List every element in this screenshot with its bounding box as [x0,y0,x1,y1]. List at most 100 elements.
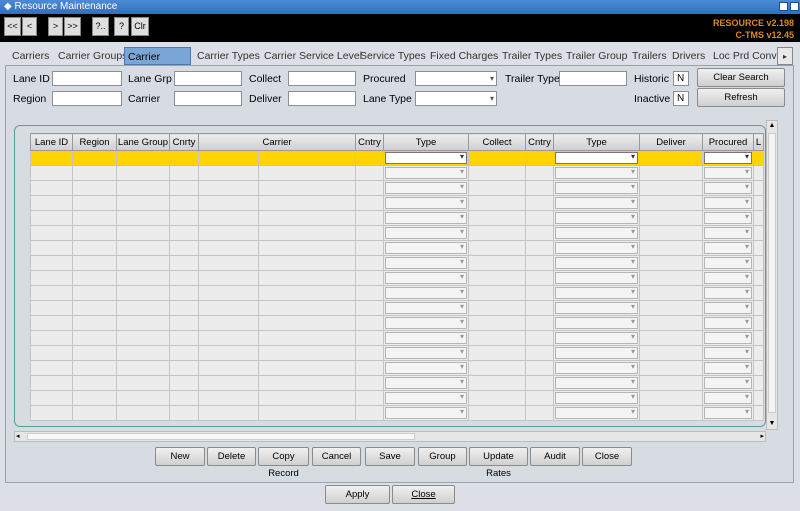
table-cell[interactable] [30,270,73,286]
table-cell[interactable] [525,255,554,271]
tab-drivers[interactable]: Drivers [672,47,705,65]
table-cell[interactable] [30,360,73,376]
table-cell[interactable]: ▾ [702,405,754,421]
carrier-input[interactable] [174,91,242,106]
table-cell[interactable]: ▾ [553,315,640,331]
table-cell[interactable]: ▾ [383,210,469,226]
table-cell[interactable] [258,270,356,286]
table-cell[interactable] [198,405,259,421]
table-cell[interactable] [753,150,764,166]
table-cell[interactable] [72,240,117,256]
horizontal-scroll-thumb[interactable] [27,433,415,440]
cell-dropdown[interactable]: ▾ [555,407,638,419]
procured-select[interactable]: ▾ [415,71,497,86]
table-cell[interactable] [355,225,384,241]
table-cell[interactable] [525,225,554,241]
cell-dropdown[interactable]: ▾ [704,242,752,254]
table-cell[interactable] [355,330,384,346]
table-cell[interactable] [72,180,117,196]
table-cell[interactable] [30,255,73,271]
table-cell[interactable] [639,345,703,361]
lane-grp-input[interactable] [174,71,242,86]
tab-trailer-types[interactable]: Trailer Types [502,47,562,65]
table-cell[interactable] [72,375,117,391]
table-cell[interactable] [116,165,170,181]
table-cell[interactable] [169,165,199,181]
cell-dropdown[interactable]: ▾ [555,317,638,329]
table-cell[interactable]: ▾ [702,375,754,391]
table-row[interactable]: ▾ ▾ ▾ [30,390,764,406]
table-cell[interactable] [116,390,170,406]
cell-dropdown[interactable]: ▾ [555,182,638,194]
table-cell[interactable]: ▾ [553,210,640,226]
table-cell[interactable] [116,405,170,421]
table-cell[interactable]: ▾ [553,405,640,421]
table-row[interactable]: ▾ ▾ ▾ [30,300,764,316]
audit-button[interactable]: Audit [530,447,580,466]
table-row[interactable]: ▾ ▾ ▾ [30,225,764,241]
cell-dropdown[interactable]: ▾ [385,197,467,209]
table-cell[interactable]: ▾ [553,180,640,196]
table-cell[interactable] [258,210,356,226]
table-cell[interactable] [525,300,554,316]
table-cell[interactable] [30,240,73,256]
table-cell[interactable] [639,330,703,346]
table-cell[interactable] [169,255,199,271]
table-cell[interactable] [72,330,117,346]
table-cell[interactable] [198,285,259,301]
next-record-button[interactable]: > [48,17,63,36]
table-cell[interactable] [169,210,199,226]
table-cell[interactable]: ▾ [702,150,754,166]
table-cell[interactable] [258,180,356,196]
table-cell[interactable] [198,225,259,241]
col-collect-type[interactable]: Type [383,133,469,151]
clear-button[interactable]: Clr [131,17,149,36]
table-row[interactable]: ▾ ▾ ▾ [30,150,764,166]
table-cell[interactable] [355,195,384,211]
table-cell[interactable] [753,285,764,301]
table-row[interactable]: ▾ ▾ ▾ [30,285,764,301]
cell-dropdown[interactable]: ▾ [704,167,752,179]
table-cell[interactable] [639,315,703,331]
cell-dropdown[interactable]: ▾ [704,257,752,269]
table-cell[interactable] [258,330,356,346]
table-cell[interactable] [753,390,764,406]
table-cell[interactable] [30,345,73,361]
table-cell[interactable] [169,225,199,241]
trailer-type-input[interactable] [559,71,627,86]
table-cell[interactable] [258,240,356,256]
table-cell[interactable] [258,390,356,406]
table-cell[interactable] [355,300,384,316]
cell-dropdown[interactable]: ▾ [555,242,638,254]
cell-dropdown[interactable]: ▾ [385,182,467,194]
table-cell[interactable] [525,210,554,226]
cell-dropdown[interactable]: ▾ [555,152,638,164]
table-cell[interactable] [525,375,554,391]
tab-carrier-types[interactable]: Carrier Types [197,47,260,65]
table-cell[interactable]: ▾ [553,195,640,211]
table-cell[interactable] [258,345,356,361]
table-cell[interactable]: ▾ [702,390,754,406]
col-lane-id[interactable]: Lane ID [30,133,73,151]
table-cell[interactable] [753,405,764,421]
table-cell[interactable]: ▾ [702,240,754,256]
refresh-button[interactable]: Refresh [697,88,785,107]
table-row[interactable]: ▾ ▾ ▾ [30,345,764,361]
table-row[interactable]: ▾ ▾ ▾ [30,360,764,376]
update-rates-button[interactable]: Update Rates [469,447,528,479]
table-cell[interactable] [753,180,764,196]
table-cell[interactable] [639,390,703,406]
table-cell[interactable]: ▾ [383,405,469,421]
table-cell[interactable] [639,240,703,256]
table-cell[interactable]: ▾ [702,285,754,301]
table-cell[interactable] [72,195,117,211]
table-row[interactable]: ▾ ▾ ▾ [30,315,764,331]
table-cell[interactable] [30,165,73,181]
table-cell[interactable]: ▾ [383,150,469,166]
table-cell[interactable] [639,150,703,166]
maximize-icon[interactable] [779,2,788,11]
table-cell[interactable] [169,195,199,211]
table-cell[interactable]: ▾ [383,180,469,196]
cell-dropdown[interactable]: ▾ [555,392,638,404]
cell-dropdown[interactable]: ▾ [704,272,752,284]
